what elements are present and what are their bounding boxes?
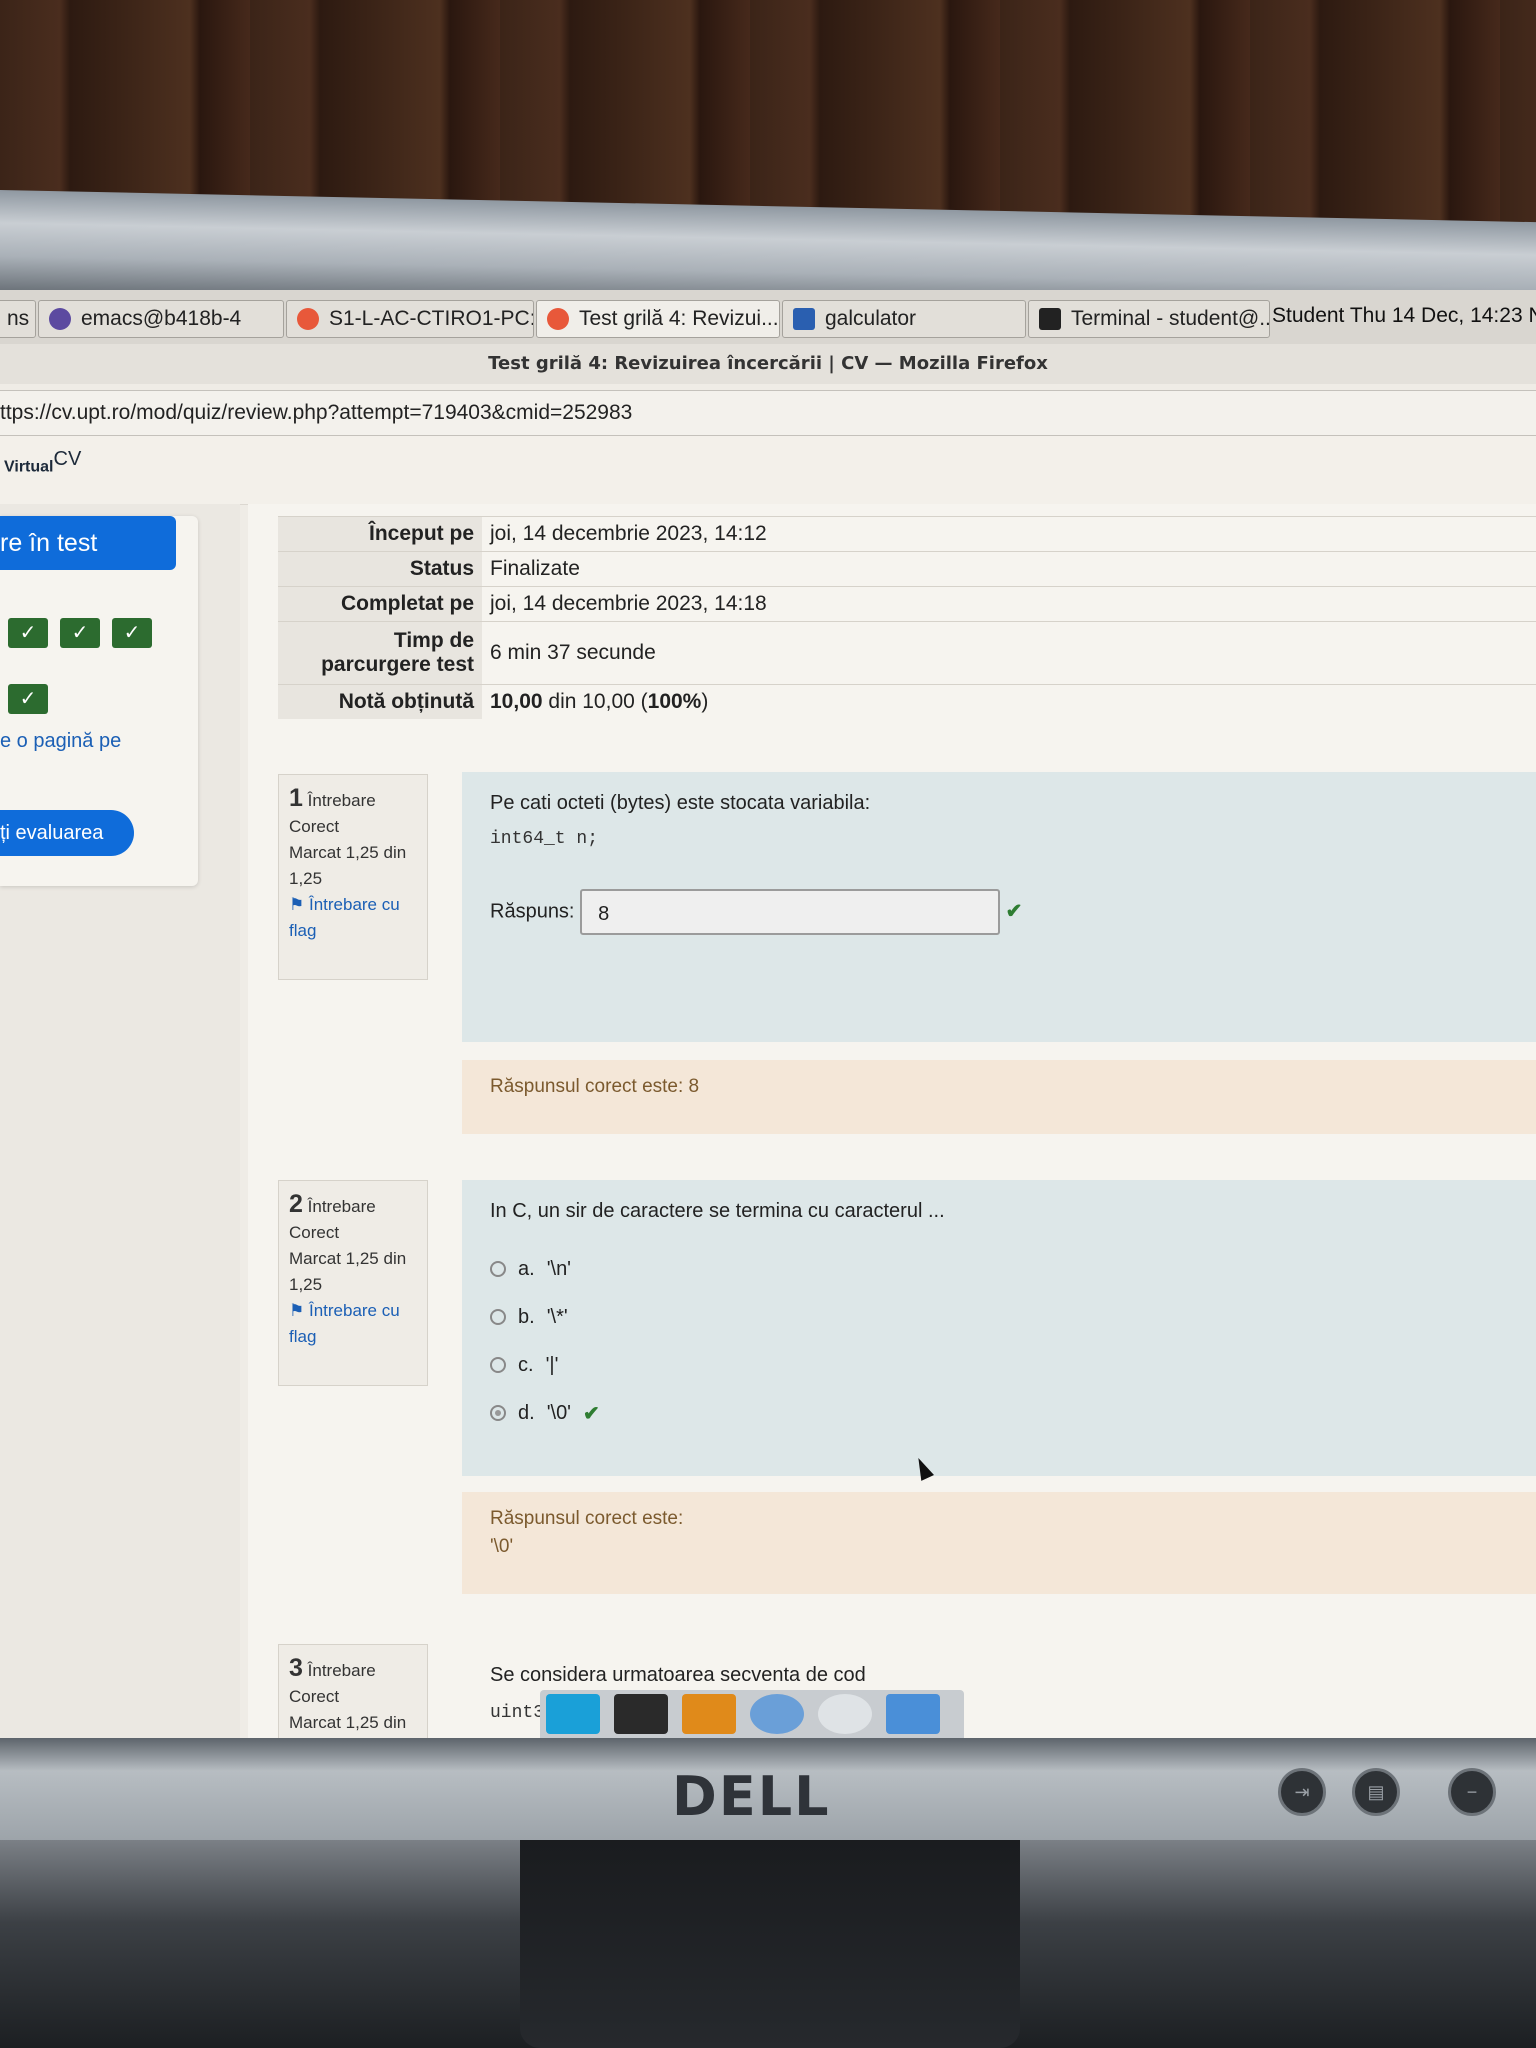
question-nav-button[interactable]: ✓ xyxy=(112,618,152,648)
task-firefox-2[interactable]: Test grilă 4: Revizui... xyxy=(536,300,780,338)
question-info: 3 Întrebare Corect Marcat 1,25 din xyxy=(278,1644,428,1738)
task-calculator[interactable]: galculator xyxy=(782,300,1026,338)
url-bar[interactable]: ttps://cv.upt.ro/mod/quiz/review.php?att… xyxy=(0,390,1536,436)
taskbar: ns ≡ emacs@b418b-4 S1-L-AC-CTIRO1-PC:...… xyxy=(0,290,1536,345)
monitor-stand-neck xyxy=(520,1840,1020,2048)
task-emacs[interactable]: emacs@b418b-4 xyxy=(38,300,284,338)
attempt-summary: Început pe joi, 14 decembrie 2023, 14:12 … xyxy=(278,516,1536,719)
correct-check-icon: ✔ xyxy=(583,1402,600,1425)
flag-question-link[interactable]: ⚑ Întrebare cu flag xyxy=(289,895,400,940)
question-content: In C, un sir de caractere se termina cu … xyxy=(462,1180,1536,1476)
flag-question-link[interactable]: ⚑ Întrebare cu flag xyxy=(289,1301,400,1346)
radio-button[interactable] xyxy=(490,1309,506,1325)
screen: ns ≡ emacs@b418b-4 S1-L-AC-CTIRO1-PC:...… xyxy=(0,290,1536,1738)
correct-check-icon: ✔ xyxy=(1005,900,1023,923)
emacs-icon xyxy=(49,308,71,330)
question-nav-button[interactable]: ✓ xyxy=(8,684,48,714)
dock xyxy=(540,1690,964,1738)
quiz-nav-header: re în test xyxy=(0,516,176,570)
task-firefox-1[interactable]: S1-L-AC-CTIRO1-PC:... xyxy=(286,300,534,338)
grade-value: 10,00 din 10,00 (100%) xyxy=(482,684,1536,719)
correct-answer-feedback: Răspunsul corect este: '\0' xyxy=(462,1492,1536,1594)
options-list: a. '\n' b. '\*' c. '|' d. '\0' ✔ xyxy=(490,1245,1508,1437)
task-terminal[interactable]: Terminal - student@... xyxy=(1028,300,1270,338)
folder-icon[interactable] xyxy=(886,1694,940,1734)
answer-row: Răspuns: 8 ✔ xyxy=(490,889,1508,935)
option-a[interactable]: a. '\n' xyxy=(490,1245,1508,1293)
firefox-icon xyxy=(547,308,569,330)
files-icon[interactable] xyxy=(682,1694,736,1734)
monitor-input-icon[interactable]: ⇥ xyxy=(1278,1768,1326,1816)
clock: Student Thu 14 Dec, 14:23 N xyxy=(1272,304,1536,327)
calculator-icon xyxy=(793,308,815,330)
question-nav-button[interactable]: ✓ xyxy=(8,618,48,648)
radio-button[interactable] xyxy=(490,1261,506,1277)
firefox-icon xyxy=(297,308,319,330)
monitor-minus-icon[interactable]: − xyxy=(1448,1768,1496,1816)
question-content: Pe cati octeti (bytes) este stocata vari… xyxy=(462,772,1536,1042)
radio-button-selected[interactable] xyxy=(490,1405,506,1421)
finish-review-button[interactable]: ți evaluarea xyxy=(0,810,134,856)
monitor-menu-icon[interactable]: ▤ xyxy=(1352,1768,1400,1816)
question-info: 1 Întrebare Corect Marcat 1,25 din 1,25 … xyxy=(278,774,428,980)
search-icon[interactable] xyxy=(818,1694,872,1734)
taskbar-menu[interactable]: ns ≡ xyxy=(0,300,36,338)
correct-answer-feedback: Răspunsul corect este: 8 xyxy=(462,1060,1536,1134)
question-info: 2 Întrebare Corect Marcat 1,25 din 1,25 … xyxy=(278,1180,428,1386)
option-b[interactable]: b. '\*' xyxy=(490,1293,1508,1341)
main-content: Început pe joi, 14 decembrie 2023, 14:12 … xyxy=(248,504,1536,1738)
site-header: VirtualCV xyxy=(0,436,1536,505)
answer-input[interactable]: 8 xyxy=(580,889,1001,935)
option-d[interactable]: d. '\0' ✔ xyxy=(490,1389,1508,1437)
terminal-icon xyxy=(1039,308,1061,330)
window-title: Test grilă 4: Revizuirea încercării | CV… xyxy=(0,344,1536,384)
site-logo[interactable]: VirtualCV xyxy=(4,448,81,476)
show-one-page-link[interactable]: e o pagină pe xyxy=(0,730,121,753)
terminal-icon[interactable] xyxy=(614,1694,668,1734)
browser-icon[interactable] xyxy=(750,1694,804,1734)
radio-button[interactable] xyxy=(490,1357,506,1373)
option-c[interactable]: c. '|' xyxy=(490,1341,1508,1389)
dell-logo: DELL xyxy=(672,1765,831,1828)
desktop-icon[interactable] xyxy=(546,1694,600,1734)
question-nav-button[interactable]: ✓ xyxy=(60,618,100,648)
